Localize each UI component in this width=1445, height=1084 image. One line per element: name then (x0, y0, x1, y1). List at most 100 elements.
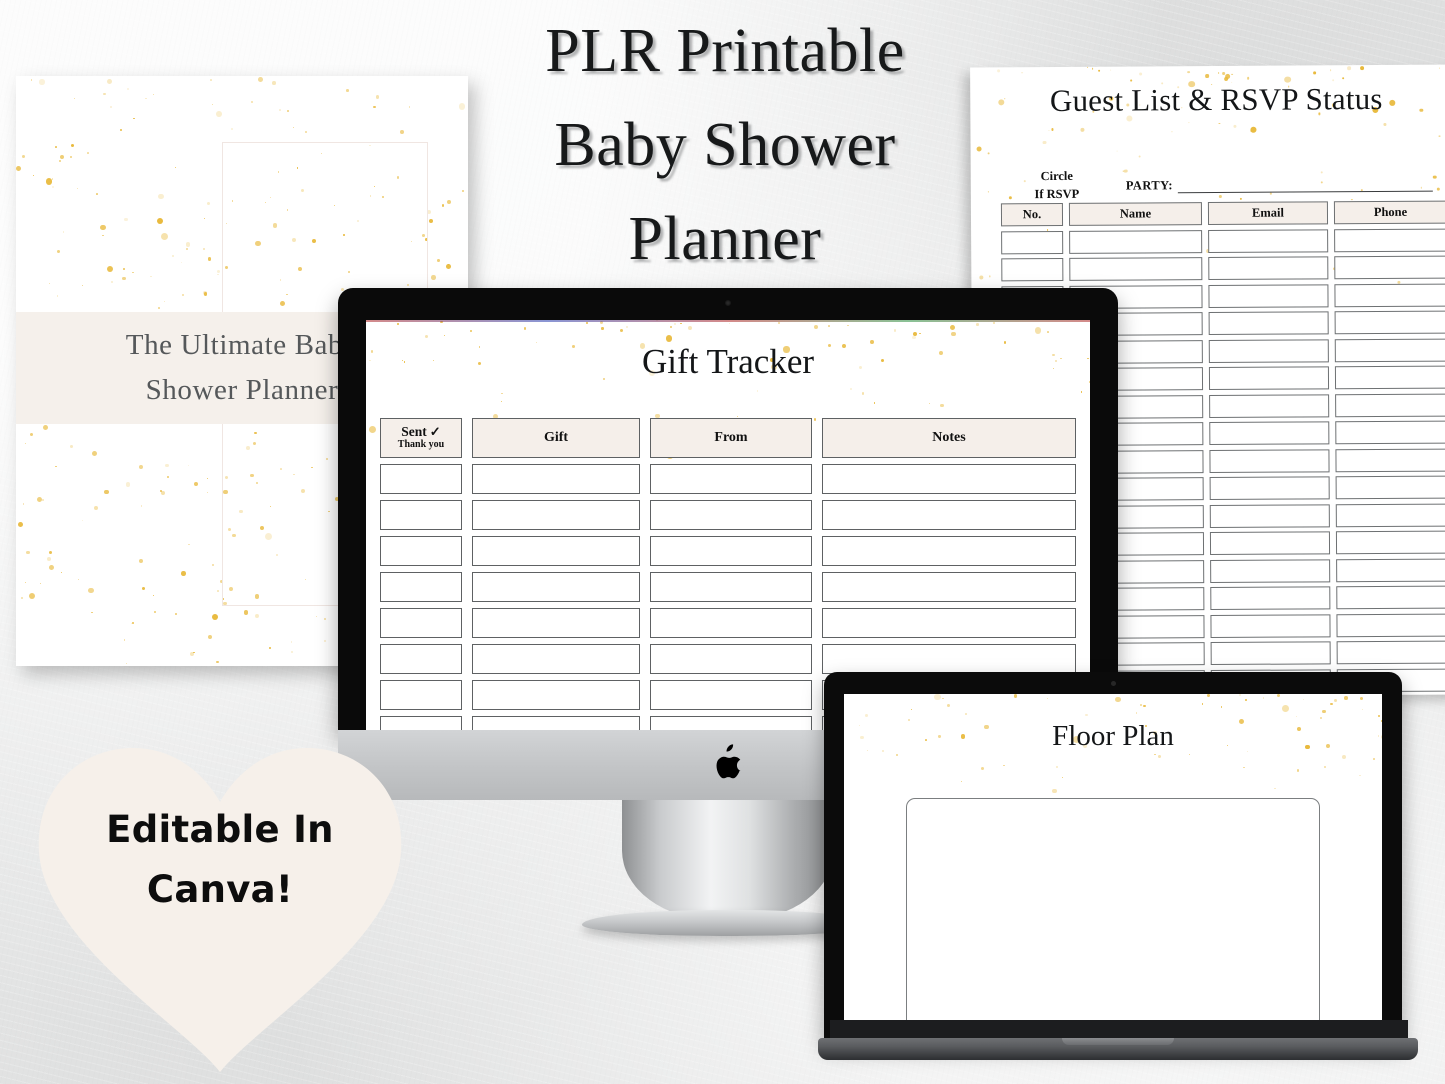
table-cell[interactable] (1208, 366, 1330, 391)
confetti-dot (1142, 704, 1146, 708)
table-cell[interactable] (380, 500, 462, 530)
confetti-dot (1047, 697, 1049, 700)
table-cell[interactable] (1334, 228, 1445, 252)
table-cell[interactable] (1210, 641, 1331, 666)
confetti-dot (928, 402, 930, 405)
table-cell[interactable] (1334, 365, 1445, 390)
table-cell[interactable] (822, 464, 1076, 494)
table-cell[interactable] (1209, 476, 1330, 501)
table-cell[interactable] (650, 536, 812, 566)
table-cell[interactable] (1336, 585, 1445, 610)
table-cell[interactable] (650, 716, 812, 730)
confetti-dot (120, 128, 123, 132)
table-cell[interactable] (650, 464, 812, 494)
confetti-dot (16, 166, 22, 171)
table-cell[interactable] (822, 608, 1076, 638)
table-cell[interactable] (822, 500, 1076, 530)
check-mark-icon: ✓ (429, 424, 441, 440)
table-cell[interactable] (472, 608, 640, 638)
confetti-dot (290, 641, 293, 643)
table-cell[interactable] (650, 644, 812, 674)
table-cell[interactable] (1335, 448, 1445, 472)
confetti-dot (861, 391, 865, 395)
table-cell[interactable] (1335, 503, 1445, 527)
table-cell[interactable] (380, 536, 462, 566)
confetti-dot (1330, 702, 1333, 706)
table-cell[interactable] (380, 464, 462, 494)
floor-plan-canvas[interactable] (906, 798, 1320, 1034)
table-cell[interactable] (1335, 393, 1445, 417)
confetti-dot (1052, 788, 1057, 793)
table-cell[interactable] (1334, 310, 1445, 335)
table-cell[interactable] (650, 680, 812, 710)
table-cell[interactable] (650, 608, 812, 638)
table-cell[interactable] (380, 608, 462, 638)
confetti-dot (919, 332, 922, 335)
table-cell[interactable] (1069, 229, 1203, 254)
table-cell[interactable] (380, 716, 462, 730)
confetti-dot (231, 127, 234, 130)
table-cell[interactable] (472, 644, 640, 674)
confetti-dot (100, 224, 106, 231)
table-cell[interactable] (472, 572, 640, 602)
table-cell[interactable] (380, 644, 462, 674)
confetti-dot (272, 81, 276, 85)
table-cell[interactable] (1334, 283, 1445, 307)
column-header-gift: Gift (472, 418, 640, 458)
table-cell[interactable] (1208, 228, 1329, 253)
table-cell[interactable] (822, 644, 1076, 674)
confetti-dot (949, 325, 955, 331)
table-cell[interactable] (1208, 256, 1329, 281)
table-cell[interactable] (1210, 613, 1331, 638)
confetti-dot (29, 593, 36, 600)
confetti-dot (158, 193, 164, 200)
table-cell[interactable] (822, 572, 1076, 602)
table-cell[interactable] (1210, 558, 1331, 583)
table-cell[interactable] (1209, 531, 1331, 556)
title-line-1: PLR Printable (545, 17, 905, 85)
table-cell[interactable] (380, 572, 462, 602)
table-cell[interactable] (1334, 255, 1445, 280)
confetti-dot (172, 255, 175, 258)
table-cell[interactable] (650, 500, 812, 530)
table-cell[interactable] (1336, 640, 1445, 665)
table-cell[interactable] (1334, 338, 1445, 362)
table-cell[interactable] (1335, 475, 1445, 500)
table-cell[interactable] (1069, 257, 1203, 281)
table-cell[interactable] (650, 572, 812, 602)
table-cell[interactable] (1336, 558, 1445, 582)
table-cell[interactable] (472, 680, 640, 710)
table-cell[interactable] (472, 500, 640, 530)
table-cell[interactable] (822, 536, 1076, 566)
table-cell[interactable] (472, 536, 640, 566)
table-cell[interactable] (1209, 393, 1330, 418)
table-cell[interactable] (1208, 283, 1329, 308)
confetti-dot (1246, 77, 1249, 80)
confetti-dot (74, 98, 76, 100)
confetti-dot (1360, 66, 1365, 71)
table-cell[interactable] (1209, 421, 1330, 446)
table-cell[interactable] (472, 464, 640, 494)
table-cell[interactable] (1209, 503, 1330, 528)
confetti-dot (1341, 754, 1347, 760)
confetti-dot (1188, 121, 1190, 123)
table-cell[interactable] (1336, 613, 1445, 637)
gift-tracker-title: Gift Tracker (641, 342, 815, 381)
table-cell[interactable] (1335, 530, 1445, 555)
table-cell[interactable] (1208, 311, 1329, 336)
table-cell[interactable] (472, 716, 640, 730)
imac-stand-neck (622, 800, 834, 920)
confetti-dot (1245, 699, 1248, 702)
table-cell[interactable] (1210, 586, 1331, 611)
confetti-dot (91, 611, 93, 613)
confetti-dot (1123, 169, 1128, 173)
party-write-line[interactable] (1177, 177, 1433, 194)
confetti-dot (211, 614, 218, 621)
table-cell[interactable] (1209, 448, 1330, 473)
macbook-latch-notch (1062, 1038, 1174, 1045)
confetti-dot (207, 257, 212, 261)
table-cell[interactable] (1208, 338, 1329, 363)
table-cell[interactable] (1335, 420, 1445, 445)
table-cell[interactable] (380, 680, 462, 710)
table-row (1001, 228, 1445, 254)
